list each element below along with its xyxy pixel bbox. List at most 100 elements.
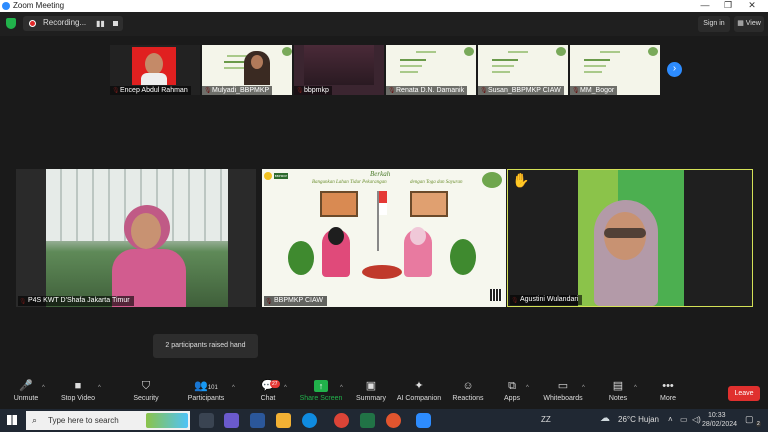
recording-label: Recording... xyxy=(43,18,87,27)
excel-icon[interactable] xyxy=(360,413,375,428)
plant-decoration xyxy=(450,239,476,275)
file-explorer-icon[interactable] xyxy=(276,413,291,428)
chevron-up-icon[interactable]: ^ xyxy=(634,385,637,391)
video-tile-bbpmkp-ciaw[interactable]: BBPMKP Berkah Bangunkan Lahan Tidur Peka… xyxy=(262,169,506,307)
edge-icon[interactable] xyxy=(302,413,317,428)
notes-button[interactable]: ▤ Notes xyxy=(604,373,632,409)
minimize-icon[interactable]: — xyxy=(694,0,716,10)
wall-frame xyxy=(410,191,448,217)
gallery-tile[interactable]: 🎙 MM_Bogor xyxy=(570,45,660,95)
gallery-tile[interactable]: 🎙 Encep Abdul Rahman xyxy=(110,45,200,95)
record-dot-icon xyxy=(29,20,36,27)
ai-companion-button[interactable]: ✦ AI Companion xyxy=(394,373,444,409)
app-icon[interactable] xyxy=(224,413,239,428)
leave-button[interactable]: Leave xyxy=(728,386,760,401)
reactions-button[interactable]: ☺ Reactions xyxy=(450,373,486,409)
gallery-tile[interactable]: 🎙 Mulyadi_BBPMKP xyxy=(202,45,292,95)
clock-time[interactable]: 10:33 xyxy=(708,412,726,419)
video-tile-p4s[interactable]: 🎙 P4S KWT D'Shafa Jakarta Timur xyxy=(16,169,256,307)
participant-name: Agustini Wulandari xyxy=(510,295,583,305)
taskbar-search-box[interactable]: ⌕ Type here to search xyxy=(26,411,190,430)
weather-cloud-icon: ☁ xyxy=(600,413,610,424)
participant-video xyxy=(304,45,374,85)
tray-text: ZZ xyxy=(541,415,551,424)
participant-name: Susan_BBPMKP CIAW xyxy=(478,86,564,95)
participant-name: Renata D.N. Damanik xyxy=(386,86,468,95)
chevron-up-icon[interactable]: ^ xyxy=(98,385,101,391)
whiteboard-icon: ▭ xyxy=(557,380,569,392)
gallery-tile[interactable]: 🎙 bbpmkp xyxy=(294,45,384,95)
chevron-up-icon[interactable]: ^ xyxy=(340,385,343,391)
speaker-figure xyxy=(404,227,432,277)
view-button[interactable]: ▦ View xyxy=(734,16,764,32)
view-label: View xyxy=(745,20,761,27)
zoom-logo-icon xyxy=(2,2,10,10)
unmute-button[interactable]: 🎤 Unmute xyxy=(8,373,44,409)
maximize-icon[interactable]: ❐ xyxy=(717,0,739,11)
participants-icon: 👥101 xyxy=(194,380,218,392)
search-placeholder: Type here to search xyxy=(48,416,119,425)
participant-video xyxy=(132,47,176,85)
search-icon: ⌕ xyxy=(32,415,38,425)
participant-name: Mulyadi_BBPMKP xyxy=(202,86,273,95)
more-button[interactable]: ••• More xyxy=(654,373,682,409)
raised-hands-tooltip: 2 participants raised hand xyxy=(153,334,258,358)
chrome-icon[interactable] xyxy=(334,413,349,428)
logo-icon xyxy=(264,172,272,180)
notification-icon[interactable]: ▢ xyxy=(745,414,754,425)
window-title: Zoom Meeting xyxy=(13,1,65,10)
wall-frame xyxy=(320,191,358,217)
chevron-up-icon[interactable]: ^ xyxy=(582,385,585,391)
gallery-tile[interactable]: 🎙 Renata D.N. Damanik xyxy=(386,45,476,95)
chevron-up-icon[interactable]: ^ xyxy=(526,385,529,391)
video-tile-agustini[interactable]: ✋ 🎙 Agustini Wulandari xyxy=(507,169,753,307)
more-dots-icon: ••• xyxy=(662,380,674,392)
next-page-arrow-icon[interactable]: › xyxy=(667,62,682,77)
recording-indicator: Recording... ▮▮ xyxy=(23,16,123,31)
apps-button[interactable]: ⧉ Apps xyxy=(498,373,526,409)
speaker-figure xyxy=(322,227,350,277)
weather-text: 26°C Hujan xyxy=(618,415,659,424)
pause-recording-icon[interactable]: ▮▮ xyxy=(96,19,105,28)
clock-date[interactable]: 28/02/2024 xyxy=(702,421,737,428)
chevron-up-icon[interactable]: ^ xyxy=(284,385,287,391)
security-button[interactable]: ⛉ Security xyxy=(128,373,164,409)
meeting-toolbar: 🎤 Unmute ^ ■ Stop Video ^ ⛉ Security 👥10… xyxy=(0,373,768,409)
summary-button[interactable]: ▣ Summary xyxy=(354,373,388,409)
mic-muted-icon: 🎤 xyxy=(19,380,33,392)
qr-code-icon xyxy=(490,289,502,301)
participant-name: MM_Bogor xyxy=(570,86,618,95)
chat-button[interactable]: 💬 Chat 27 xyxy=(254,373,282,409)
flower-table xyxy=(362,265,402,279)
shield-icon[interactable] xyxy=(6,18,16,29)
chevron-up-icon[interactable]: ^ xyxy=(42,385,45,391)
stop-video-button[interactable]: ■ Stop Video xyxy=(56,373,100,409)
tree-icon xyxy=(482,172,502,188)
participants-button[interactable]: 👥101 Participants xyxy=(184,373,228,409)
sign-in-button[interactable]: Sign in xyxy=(698,16,730,32)
chevron-up-icon[interactable]: ^ xyxy=(232,385,235,391)
zoom-taskbar-icon[interactable] xyxy=(416,413,431,428)
network-icon[interactable]: ▭ xyxy=(680,415,688,424)
share-screen-icon: ↑ xyxy=(314,380,328,392)
tray-chevron-icon[interactable]: ˄ xyxy=(668,415,673,424)
task-view-icon[interactable] xyxy=(199,413,214,428)
shield-icon: ⛉ xyxy=(141,380,151,392)
close-icon[interactable]: ✕ xyxy=(741,0,763,11)
chrome-icon-2[interactable] xyxy=(386,413,401,428)
participant-video xyxy=(46,169,228,307)
slide-subtitle-2: dengan Toga dan Sayuran xyxy=(410,180,463,185)
windows-start-icon[interactable] xyxy=(7,415,17,425)
windows-taskbar: ⌕ Type here to search ZZ ☁ 26°C Hujan ˄ … xyxy=(0,409,768,432)
slide-subtitle: Bangunkan Lahan Tidur Pekarangan xyxy=(312,180,387,185)
whiteboards-button[interactable]: ▭ Whiteboards xyxy=(542,373,584,409)
gallery-tile[interactable]: 🎙 Susan_BBPMKP CIAW xyxy=(478,45,568,95)
plant-decoration xyxy=(288,241,314,275)
participant-name: P4S KWT D'Shafa Jakarta Timur xyxy=(18,296,134,306)
volume-icon[interactable]: ◁) xyxy=(692,415,701,424)
participant-video xyxy=(244,51,270,85)
word-icon[interactable] xyxy=(250,413,265,428)
grid-icon: ▦ xyxy=(737,20,746,27)
share-screen-button[interactable]: ↑ Share Screen xyxy=(298,373,344,409)
stop-recording-icon[interactable] xyxy=(113,21,118,26)
